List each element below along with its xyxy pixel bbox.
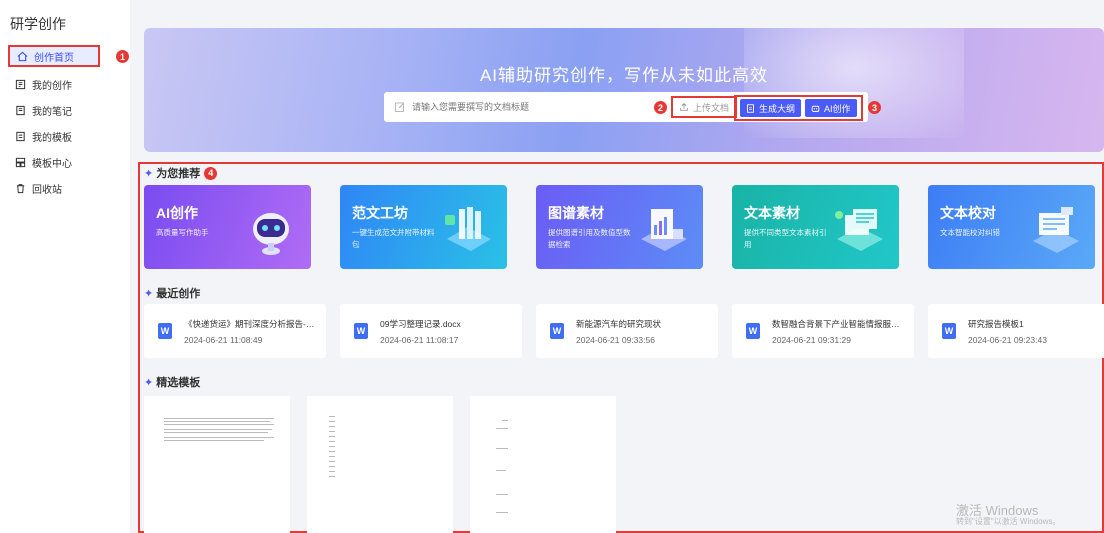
card-title: 文本校对 bbox=[940, 205, 996, 221]
recent-title-text: 最近创作 bbox=[156, 288, 201, 300]
recommend-card-ai-create[interactable]: AI创作 高质量写作助手 bbox=[144, 185, 311, 269]
doc-time: 2024-06-21 11:08:17 bbox=[380, 335, 459, 345]
home-icon bbox=[16, 50, 28, 62]
recommend-card-chart-materials[interactable]: 图谱素材 提供图谱引用及数值型数据检索 bbox=[536, 185, 703, 269]
windows-activation-hint: 转到"设置"以激活 Windows。 bbox=[956, 517, 1061, 526]
doc-time: 2024-06-21 11:08:49 bbox=[184, 335, 263, 345]
sidebar-nav: 创作首页 我的创作 我的笔记 我的模板 模板中心 回收站 bbox=[8, 45, 120, 201]
recommend-title-text: 为您推荐 bbox=[156, 168, 201, 180]
doc-name: 新能源汽车的研究现状 bbox=[576, 319, 662, 329]
doc-name: 数智融合背景下产业智能情报服务的... bbox=[772, 319, 904, 329]
recommend-card-sample-workshop[interactable]: 范文工坊 一键生成范文并附带材料包 bbox=[340, 185, 507, 269]
sidebar-item-my-creations[interactable]: 我的创作 bbox=[8, 71, 120, 97]
word-doc-icon: W bbox=[354, 323, 368, 339]
recommend-section-title: ✦ 为您推荐 4 bbox=[144, 165, 218, 181]
sparkle-icon: ✦ bbox=[144, 376, 154, 389]
text-materials-illustration-icon bbox=[829, 199, 889, 259]
book-icon bbox=[14, 78, 26, 90]
sidebar-item-label: 我的笔记 bbox=[32, 106, 72, 118]
hero-title: AI辅助研究创作，写作从未如此高效 bbox=[479, 66, 769, 85]
card-desc: 一键生成范文并附带材料包 bbox=[352, 228, 435, 249]
generate-button-group: 生成大纲 AI创作 bbox=[734, 95, 863, 121]
step-badge-1: 1 bbox=[116, 50, 129, 63]
word-doc-icon: W bbox=[746, 323, 760, 339]
recommend-card-text-materials[interactable]: 文本素材 提供不同类型文本素材引用 bbox=[732, 185, 899, 269]
template-thumbnail[interactable] bbox=[470, 396, 616, 533]
doc-time: 2024-06-21 09:33:56 bbox=[576, 335, 655, 345]
recommend-card-proofread[interactable]: 文本校对 文本智能校对纠错 bbox=[928, 185, 1095, 269]
step-badge-4: 4 bbox=[204, 166, 218, 180]
sidebar-item-label: 回收站 bbox=[32, 184, 62, 196]
app-title: 研学创作 bbox=[10, 16, 66, 32]
sidebar-item-template-center[interactable]: 模板中心 bbox=[8, 149, 120, 175]
card-desc: 文本智能校对纠错 bbox=[940, 228, 1000, 237]
chart-illustration-icon bbox=[633, 199, 693, 259]
sidebar-item-label: 模板中心 bbox=[32, 158, 72, 170]
sidebar-item-label: 创作首页 bbox=[34, 52, 74, 64]
card-title: 范文工坊 bbox=[352, 205, 408, 221]
document-icon bbox=[746, 103, 755, 113]
proofread-illustration-icon bbox=[1025, 199, 1085, 259]
template-thumbnail[interactable] bbox=[307, 396, 453, 533]
sparkle-icon: ✦ bbox=[144, 167, 154, 180]
doc-name: 《快递货运》期刊深度分析报告-标准... bbox=[184, 319, 316, 329]
robot-illustration-icon bbox=[241, 199, 301, 259]
card-title: 图谱素材 bbox=[548, 205, 604, 221]
sidebar-item-label: 我的创作 bbox=[32, 80, 72, 92]
word-doc-icon: W bbox=[942, 323, 956, 339]
generate-outline-label: 生成大纲 bbox=[759, 103, 796, 114]
upload-label: 上传文档 bbox=[693, 102, 730, 113]
sidebar-item-my-notes[interactable]: 我的笔记 bbox=[8, 97, 120, 123]
step-badge-2: 2 bbox=[654, 101, 667, 114]
sparkle-icon: ✦ bbox=[144, 287, 154, 300]
card-desc: 提供不同类型文本素材引用 bbox=[744, 228, 827, 249]
trash-icon bbox=[14, 182, 26, 194]
template-thumbnail[interactable] bbox=[144, 396, 290, 533]
ai-create-button[interactable]: AI创作 bbox=[805, 99, 857, 117]
word-doc-icon: W bbox=[158, 323, 172, 339]
word-doc-icon: W bbox=[550, 323, 564, 339]
card-desc: 高质量写作助手 bbox=[156, 228, 209, 237]
hero-banner: AI辅助研究创作，写作从未如此高效 2 上传文档 生成大纲 bbox=[144, 28, 1104, 152]
upload-icon bbox=[679, 102, 689, 112]
ai-create-label: AI创作 bbox=[824, 103, 851, 114]
robot-icon bbox=[811, 104, 820, 113]
title-search-bar: 2 上传文档 生成大纲 AI创作 bbox=[384, 92, 881, 122]
sidebar-item-my-templates[interactable]: 我的模板 bbox=[8, 123, 120, 149]
documents-illustration-icon bbox=[437, 199, 497, 259]
recent-doc-card[interactable]: W 09学习整理记录.docx 2024-06-21 11:08:17 bbox=[340, 304, 522, 358]
sidebar: 研学创作 创作首页 我的创作 我的笔记 我的模板 模板中心 回收站 1 bbox=[0, 0, 130, 533]
title-input[interactable] bbox=[412, 102, 652, 112]
doc-time: 2024-06-21 09:23:43 bbox=[968, 335, 1047, 345]
doc-name: 研究报告模板1 bbox=[968, 319, 1024, 329]
generate-outline-button[interactable]: 生成大纲 bbox=[740, 99, 802, 117]
sidebar-item-recycle-bin[interactable]: 回收站 bbox=[8, 175, 120, 201]
upload-document-button[interactable]: 上传文档 bbox=[671, 96, 738, 118]
templates-title-text: 精选模板 bbox=[156, 377, 201, 389]
step-badge-3: 3 bbox=[868, 101, 881, 114]
card-title: AI创作 bbox=[156, 205, 198, 221]
recent-doc-card[interactable]: W 研究报告模板1 2024-06-21 09:23:43 bbox=[928, 304, 1104, 358]
card-title: 文本素材 bbox=[744, 205, 800, 221]
template-icon bbox=[14, 130, 26, 142]
doc-time: 2024-06-21 09:31:29 bbox=[772, 335, 851, 345]
recent-doc-card[interactable]: W 新能源汽车的研究现状 2024-06-21 09:33:56 bbox=[536, 304, 718, 358]
main-content: AI辅助研究创作，写作从未如此高效 2 上传文档 生成大纲 bbox=[130, 0, 1104, 533]
templates-section-title: ✦ 精选模板 bbox=[144, 374, 200, 390]
pen-icon bbox=[394, 101, 406, 113]
recent-doc-card[interactable]: W 数智融合背景下产业智能情报服务的... 2024-06-21 09:31:2… bbox=[732, 304, 914, 358]
card-desc: 提供图谱引用及数值型数据检索 bbox=[548, 228, 631, 249]
grid-icon bbox=[14, 156, 26, 168]
sidebar-item-label: 我的模板 bbox=[32, 132, 72, 144]
sidebar-item-home[interactable]: 创作首页 bbox=[8, 45, 100, 67]
recent-section-title: ✦ 最近创作 bbox=[144, 285, 200, 301]
doc-name: 09学习整理记录.docx bbox=[380, 319, 461, 329]
note-icon bbox=[14, 104, 26, 116]
recent-doc-card[interactable]: W 《快递货运》期刊深度分析报告-标准... 2024-06-21 11:08:… bbox=[144, 304, 326, 358]
